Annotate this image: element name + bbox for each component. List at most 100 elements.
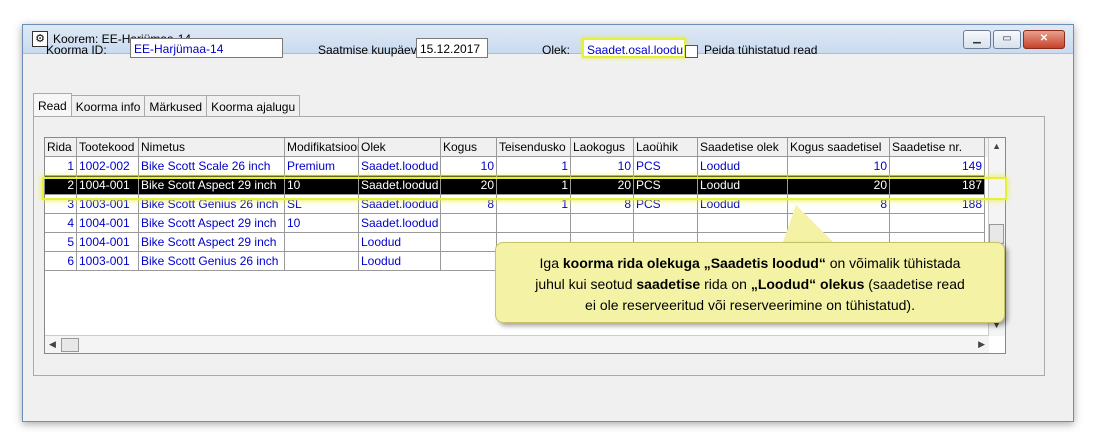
table-cell: 2 xyxy=(45,176,77,195)
peida-tuhistatud-label: Peida tühistatud read xyxy=(704,43,818,57)
maximize-button[interactable]: ▭ xyxy=(993,30,1021,49)
table-cell: SL xyxy=(285,195,359,214)
table-cell: 1003-001 xyxy=(77,252,139,271)
table-cell: 10 xyxy=(285,214,359,233)
table-cell: 20 xyxy=(788,176,890,195)
table-cell: 1 xyxy=(45,157,77,176)
table-row[interactable]: 2 1004-001 Bike Scott Aspect 29 inch 10 Saad… xyxy=(45,176,985,195)
peida-tuhistatud-checkbox[interactable] xyxy=(685,45,698,58)
table-cell: 5 xyxy=(45,233,77,252)
tab-strip: Read Koorma info Märkused Koorma ajalugu xyxy=(33,93,301,118)
table-cell: Saadet.loodud xyxy=(359,214,441,233)
table-cell: 10 xyxy=(788,157,890,176)
table-cell: 20 xyxy=(441,176,497,195)
column-header[interactable]: Laoühik xyxy=(634,138,698,157)
table-cell: 1004-001 xyxy=(77,214,139,233)
column-header[interactable]: Saadetise nr. xyxy=(890,138,985,157)
table-cell xyxy=(441,233,497,252)
table-cell xyxy=(441,252,497,271)
koorma-id-label: Koorma ID: xyxy=(46,43,107,57)
table-row[interactable]: 1 1002-002 Bike Scott Scale 26 inch Premium… xyxy=(45,157,985,176)
table-cell: 20 xyxy=(571,176,634,195)
table-cell: Saadet.loodud xyxy=(359,195,441,214)
table-cell xyxy=(285,233,359,252)
table-cell: 1 xyxy=(497,176,571,195)
table-cell: Loodud xyxy=(698,176,788,195)
table-cell xyxy=(890,214,985,233)
table-cell xyxy=(634,214,698,233)
table-cell: 149 xyxy=(890,157,985,176)
table-cell: 10 xyxy=(285,176,359,195)
table-cell: 4 xyxy=(45,214,77,233)
tab-koorma-info[interactable]: Koorma info xyxy=(70,95,146,118)
column-header[interactable]: Tootekood xyxy=(77,138,139,157)
table-cell: 1002-002 xyxy=(77,157,139,176)
callout-line-2: juhul kui seotud saadetise rida on „Lood… xyxy=(535,276,965,292)
tab-koorma-ajalugu[interactable]: Koorma ajalugu xyxy=(206,95,301,118)
table-cell: 188 xyxy=(890,195,985,214)
column-header[interactable]: Olek xyxy=(359,138,441,157)
table-cell xyxy=(571,214,634,233)
scroll-left-icon[interactable]: ◀ xyxy=(49,339,56,350)
callout-line-3: ei ole reserveeritud või reserveerimine … xyxy=(585,297,915,313)
horizontal-scroll-thumb[interactable] xyxy=(61,338,79,352)
table-cell: PCS xyxy=(634,195,698,214)
table-cell: Loodud xyxy=(359,252,441,271)
column-header[interactable]: Nimetus xyxy=(139,138,285,157)
close-button[interactable]: ✕ xyxy=(1023,30,1065,49)
table-row[interactable]: 4 1004-001 Bike Scott Aspect 29 inch 10 Saad… xyxy=(45,214,985,233)
table-cell xyxy=(285,252,359,271)
saatmise-kuupaev-input[interactable]: 15.12.2017 xyxy=(416,38,488,58)
horizontal-scrollbar[interactable]: ◀ ▶ xyxy=(45,335,989,353)
column-header[interactable]: Rida xyxy=(45,138,77,157)
table-cell: 8 xyxy=(441,195,497,214)
table-cell: 187 xyxy=(890,176,985,195)
table-cell: Bike Scott Aspect 29 inch xyxy=(139,233,285,252)
olek-label: Olek: xyxy=(542,43,571,57)
table-cell xyxy=(698,214,788,233)
table-cell: Premium xyxy=(285,157,359,176)
column-header[interactable]: Saadetise olek xyxy=(698,138,788,157)
scroll-up-icon[interactable]: ▲ xyxy=(992,141,1001,151)
table-cell: Bike Scott Aspect 29 inch xyxy=(139,176,285,195)
table-cell: 6 xyxy=(45,252,77,271)
callout-pointer xyxy=(782,205,836,245)
table-cell: PCS xyxy=(634,157,698,176)
table-cell: 1004-001 xyxy=(77,176,139,195)
table-cell: Bike Scott Genius 26 inch xyxy=(139,252,285,271)
table-cell: 1003-001 xyxy=(77,195,139,214)
table-cell: Loodud xyxy=(698,195,788,214)
column-header[interactable]: Teisendusko xyxy=(497,138,571,157)
minimize-button[interactable]: ▁ xyxy=(963,30,991,49)
table-cell: 1 xyxy=(497,195,571,214)
table-cell: Bike Scott Aspect 29 inch xyxy=(139,214,285,233)
table-cell: Bike Scott Scale 26 inch xyxy=(139,157,285,176)
table-cell: 8 xyxy=(571,195,634,214)
column-header[interactable]: Kogus saadetisel xyxy=(788,138,890,157)
table-cell: Saadet.loodud xyxy=(359,176,441,195)
table-cell: 10 xyxy=(441,157,497,176)
column-header[interactable]: Laokogus xyxy=(571,138,634,157)
koorma-id-input[interactable]: EE-Harjümaa-14 xyxy=(130,38,283,58)
vertical-scroll-thumb[interactable] xyxy=(989,224,1004,244)
table-cell: PCS xyxy=(634,176,698,195)
tab-read[interactable]: Read xyxy=(33,93,72,118)
info-callout: Iga koorma rida olekuga „Saadetis loodud… xyxy=(495,242,1005,323)
column-header[interactable]: Modifikatsioon xyxy=(285,138,359,157)
grid-header: Rida Tootekood Nimetus Modifikatsioon Olek Ko… xyxy=(45,138,1005,157)
table-cell: Saadet.loodud xyxy=(359,157,441,176)
tab-markused[interactable]: Märkused xyxy=(144,95,208,118)
saatmise-kuupaev-label: Saatmise kuupäev: xyxy=(318,43,421,57)
table-cell: Bike Scott Genius 26 inch xyxy=(139,195,285,214)
table-cell: Loodud xyxy=(698,157,788,176)
callout-line-1: Iga koorma rida olekuga „Saadetis loodud… xyxy=(539,255,961,271)
olek-field: Saadet.osal.loodu xyxy=(582,38,686,58)
table-cell xyxy=(497,214,571,233)
column-header[interactable]: Kogus xyxy=(441,138,497,157)
table-row[interactable]: 3 1003-001 Bike Scott Genius 26 inch SL Saad… xyxy=(45,195,985,214)
table-cell: 10 xyxy=(571,157,634,176)
table-cell xyxy=(441,214,497,233)
table-cell: 1 xyxy=(497,157,571,176)
table-cell: 3 xyxy=(45,195,77,214)
scroll-right-icon[interactable]: ▶ xyxy=(978,339,985,350)
